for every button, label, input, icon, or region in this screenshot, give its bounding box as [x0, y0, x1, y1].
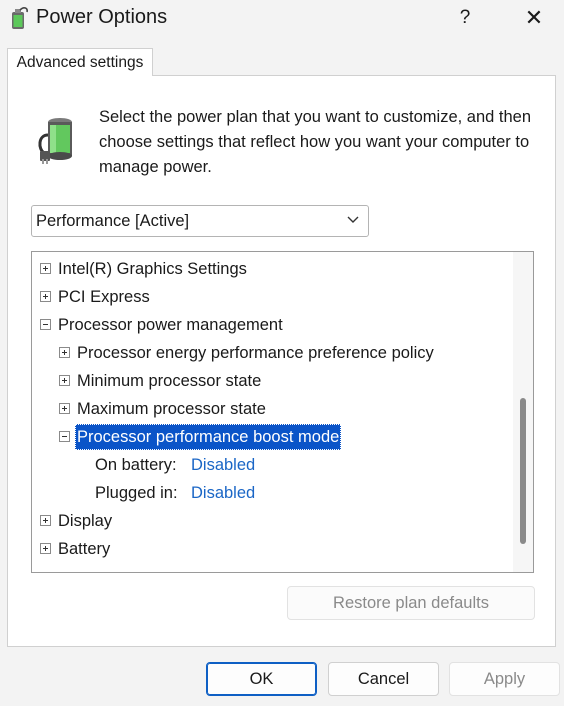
power-plug-battery-icon — [12, 7, 28, 29]
expand-plus-icon[interactable] — [59, 347, 70, 358]
selected-item-label: Processor performance boost mode — [75, 424, 342, 450]
plugged-in-value-link[interactable]: Disabled — [191, 480, 255, 506]
expand-plus-icon[interactable] — [40, 515, 51, 526]
plan-description: Select the power plan that you want to c… — [99, 108, 532, 176]
title-bar: Power Options ? ✕ — [0, 0, 564, 38]
restore-plan-defaults-button[interactable]: Restore plan defaults — [287, 586, 535, 620]
expand-plus-icon[interactable] — [59, 403, 70, 414]
settings-tree[interactable]: Intel(R) Graphics Settings PCI Express P… — [31, 251, 534, 573]
power-plan-selected-value: Performance [Active] — [36, 212, 190, 230]
tree-scrollbar-thumb[interactable] — [520, 398, 526, 544]
tree-scrollbar[interactable] — [513, 252, 533, 572]
expand-plus-icon[interactable] — [40, 263, 51, 274]
chevron-down-icon — [347, 216, 359, 223]
tab-advanced-settings[interactable]: Advanced settings — [7, 48, 153, 76]
help-button[interactable]: ? — [448, 2, 482, 34]
expand-plus-icon[interactable] — [40, 543, 51, 554]
collapse-minus-icon[interactable] — [59, 431, 70, 442]
ok-button[interactable]: OK — [206, 662, 317, 696]
power-plan-dropdown[interactable]: Performance [Active] — [31, 205, 369, 237]
battery-plug-icon — [38, 118, 72, 164]
window-title: Power Options — [36, 6, 168, 28]
close-button[interactable]: ✕ — [514, 2, 554, 34]
on-battery-value-link[interactable]: Disabled — [191, 452, 255, 478]
cancel-button[interactable]: Cancel — [328, 662, 439, 696]
apply-button[interactable]: Apply — [449, 662, 560, 696]
collapse-minus-icon[interactable] — [40, 319, 51, 330]
expand-plus-icon[interactable] — [59, 375, 70, 386]
expand-plus-icon[interactable] — [40, 291, 51, 302]
